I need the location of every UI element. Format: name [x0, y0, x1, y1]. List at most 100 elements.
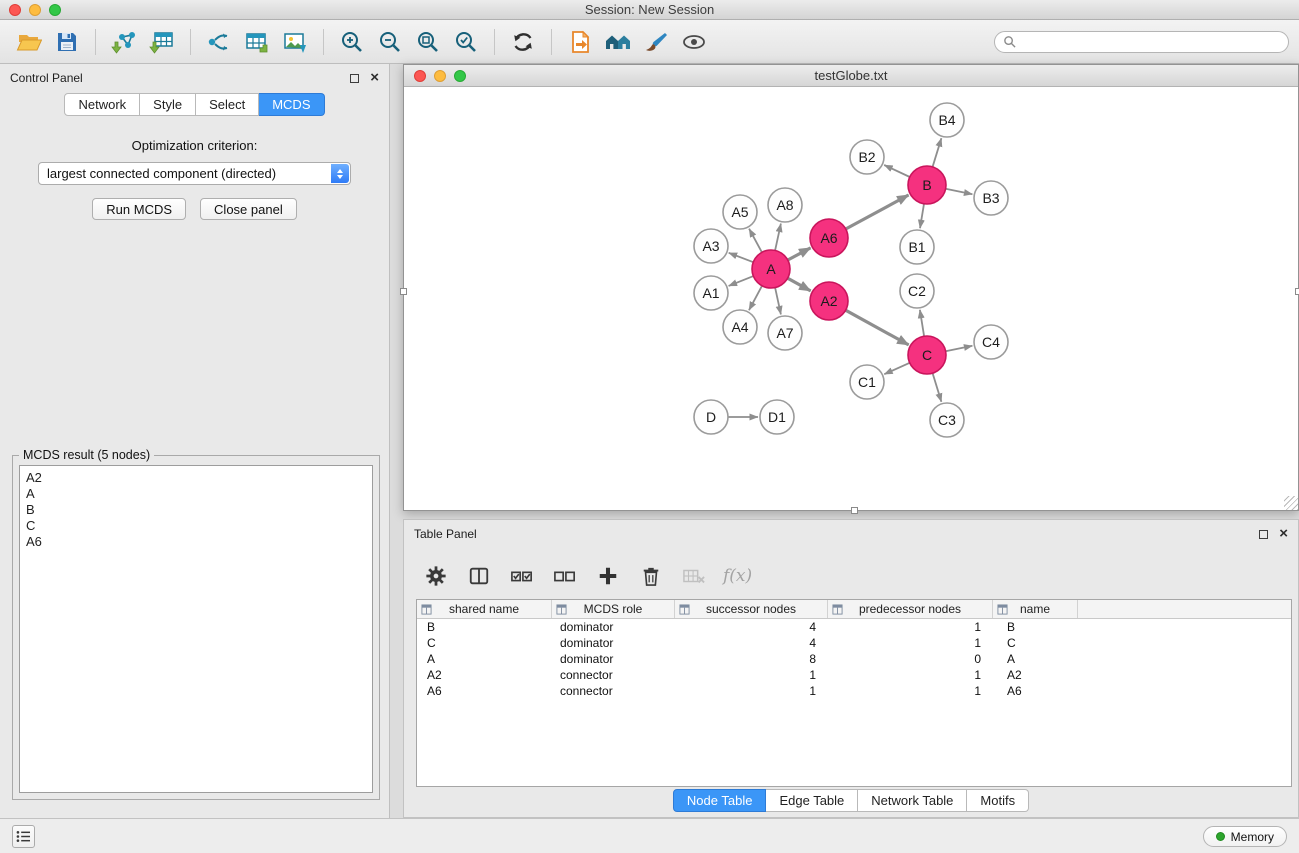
- graph-edge-A-A4[interactable]: [749, 286, 762, 310]
- table-row[interactable]: A6connector11A6: [417, 683, 1291, 699]
- resize-handle-bottom[interactable]: [851, 507, 858, 514]
- network-graph[interactable]: B4B2BB3A5A8A6B1A3AC2A1A2A4A7C4CC1C3DD1: [404, 87, 1298, 510]
- close-network-window-icon[interactable]: [414, 70, 426, 82]
- graph-node-D1[interactable]: D1: [760, 400, 794, 434]
- float-table-panel-icon[interactable]: [1259, 530, 1268, 539]
- columns-button[interactable]: [465, 562, 493, 590]
- graph-edge-A-A3[interactable]: [729, 253, 754, 262]
- mcds-result-item[interactable]: C: [26, 518, 366, 534]
- resize-handle-left[interactable]: [400, 288, 407, 295]
- import-table-file-button[interactable]: [143, 24, 181, 60]
- close-panel-icon[interactable]: ×: [370, 73, 379, 83]
- search-box[interactable]: [994, 31, 1289, 53]
- graph-node-A4[interactable]: A4: [723, 310, 757, 344]
- tab-style[interactable]: Style: [140, 93, 196, 116]
- network-canvas[interactable]: B4B2BB3A5A8A6B1A3AC2A1A2A4A7C4CC1C3DD1: [404, 87, 1298, 510]
- column-header-shared-name[interactable]: shared name: [417, 600, 552, 618]
- open-session-button[interactable]: [10, 24, 48, 60]
- zoom-out-button[interactable]: [371, 24, 409, 60]
- add-column-button[interactable]: [594, 562, 622, 590]
- select-all-button[interactable]: [508, 562, 536, 590]
- minimize-network-window-icon[interactable]: [434, 70, 446, 82]
- graph-edge-A-A8[interactable]: [775, 224, 781, 251]
- tab-motifs[interactable]: Motifs: [967, 789, 1029, 812]
- minimize-window-icon[interactable]: [29, 4, 41, 16]
- graph-node-C3[interactable]: C3: [930, 403, 964, 437]
- graph-node-A8[interactable]: A8: [768, 188, 802, 222]
- refresh-button[interactable]: [504, 24, 542, 60]
- tab-select[interactable]: Select: [196, 93, 259, 116]
- import-network-file-button[interactable]: [105, 24, 143, 60]
- graph-edge-B-B2[interactable]: [884, 165, 910, 177]
- gear-button[interactable]: [422, 562, 450, 590]
- graph-edge-C-C2[interactable]: [920, 310, 924, 336]
- graph-edge-A-A5[interactable]: [749, 229, 762, 253]
- graph-node-A6[interactable]: A6: [810, 219, 848, 257]
- graph-node-B[interactable]: B: [908, 166, 946, 204]
- delete-table-button[interactable]: [680, 562, 708, 590]
- export-image-button[interactable]: [276, 24, 314, 60]
- graph-node-C2[interactable]: C2: [900, 274, 934, 308]
- graph-node-B2[interactable]: B2: [850, 140, 884, 174]
- graph-node-A7[interactable]: A7: [768, 316, 802, 350]
- graph-node-C1[interactable]: C1: [850, 365, 884, 399]
- graph-node-D[interactable]: D: [694, 400, 728, 434]
- graph-edge-A2-C[interactable]: [846, 310, 909, 345]
- graph-node-C[interactable]: C: [908, 336, 946, 374]
- network-window-titlebar[interactable]: testGlobe.txt: [404, 65, 1298, 87]
- table-row[interactable]: Adominator80A: [417, 651, 1291, 667]
- eye-button[interactable]: [675, 24, 713, 60]
- mcds-result-item[interactable]: B: [26, 502, 366, 518]
- new-table-button[interactable]: [238, 24, 276, 60]
- zoom-selected-button[interactable]: [447, 24, 485, 60]
- tab-mcds[interactable]: MCDS: [259, 93, 324, 116]
- graph-edge-C-C4[interactable]: [946, 346, 973, 351]
- graph-edge-A6-B[interactable]: [846, 195, 909, 229]
- graph-edge-C-C1[interactable]: [884, 363, 909, 374]
- duplicate-page-button[interactable]: [561, 24, 599, 60]
- close-panel-button[interactable]: Close panel: [200, 198, 297, 220]
- delete-column-button[interactable]: [637, 562, 665, 590]
- zoom-in-button[interactable]: [333, 24, 371, 60]
- float-panel-icon[interactable]: [350, 74, 359, 83]
- tab-network[interactable]: Network: [64, 93, 140, 116]
- graph-node-B4[interactable]: B4: [930, 103, 964, 137]
- node-table[interactable]: shared name MCDS role successor nodes pr…: [416, 599, 1292, 787]
- column-header-name[interactable]: name: [993, 600, 1078, 618]
- function-builder-button[interactable]: f(x): [723, 562, 752, 590]
- home-networks-button[interactable]: [599, 24, 637, 60]
- mcds-result-item[interactable]: A: [26, 486, 366, 502]
- graph-node-B1[interactable]: B1: [900, 230, 934, 264]
- graph-edge-A-A2[interactable]: [788, 278, 811, 291]
- zoom-network-window-icon[interactable]: [454, 70, 466, 82]
- run-mcds-button[interactable]: Run MCDS: [92, 198, 186, 220]
- show-panels-button[interactable]: [12, 825, 35, 848]
- tab-node-table[interactable]: Node Table: [673, 789, 767, 812]
- zoom-window-icon[interactable]: [49, 4, 61, 16]
- close-window-icon[interactable]: [9, 4, 21, 16]
- graph-edge-A-A1[interactable]: [729, 276, 754, 286]
- memory-button[interactable]: Memory: [1203, 826, 1287, 847]
- zoom-fit-button[interactable]: [409, 24, 447, 60]
- column-header-successor-nodes[interactable]: successor nodes: [675, 600, 828, 618]
- mcds-result-item[interactable]: A6: [26, 534, 366, 550]
- tab-edge-table[interactable]: Edge Table: [766, 789, 858, 812]
- graph-node-B3[interactable]: B3: [974, 181, 1008, 215]
- graph-edge-B-B3[interactable]: [946, 189, 973, 194]
- graph-edge-B-B1[interactable]: [920, 204, 924, 228]
- table-row[interactable]: Cdominator41C: [417, 635, 1291, 651]
- table-row[interactable]: Bdominator41B: [417, 619, 1291, 635]
- resize-handle-right[interactable]: [1295, 288, 1299, 295]
- graph-node-A1[interactable]: A1: [694, 276, 728, 310]
- graph-edge-C-C3[interactable]: [933, 373, 942, 402]
- graph-node-C4[interactable]: C4: [974, 325, 1008, 359]
- search-input[interactable]: [1021, 35, 1280, 49]
- mcds-result-list[interactable]: A2ABCA6: [19, 465, 373, 793]
- style-brush-button[interactable]: [637, 24, 675, 60]
- graph-edge-A-A7[interactable]: [775, 288, 781, 315]
- graph-node-A5[interactable]: A5: [723, 195, 757, 229]
- new-network-button[interactable]: [200, 24, 238, 60]
- graph-node-A2[interactable]: A2: [810, 282, 848, 320]
- resize-grip[interactable]: [1284, 496, 1298, 510]
- column-header-mcds-role[interactable]: MCDS role: [552, 600, 675, 618]
